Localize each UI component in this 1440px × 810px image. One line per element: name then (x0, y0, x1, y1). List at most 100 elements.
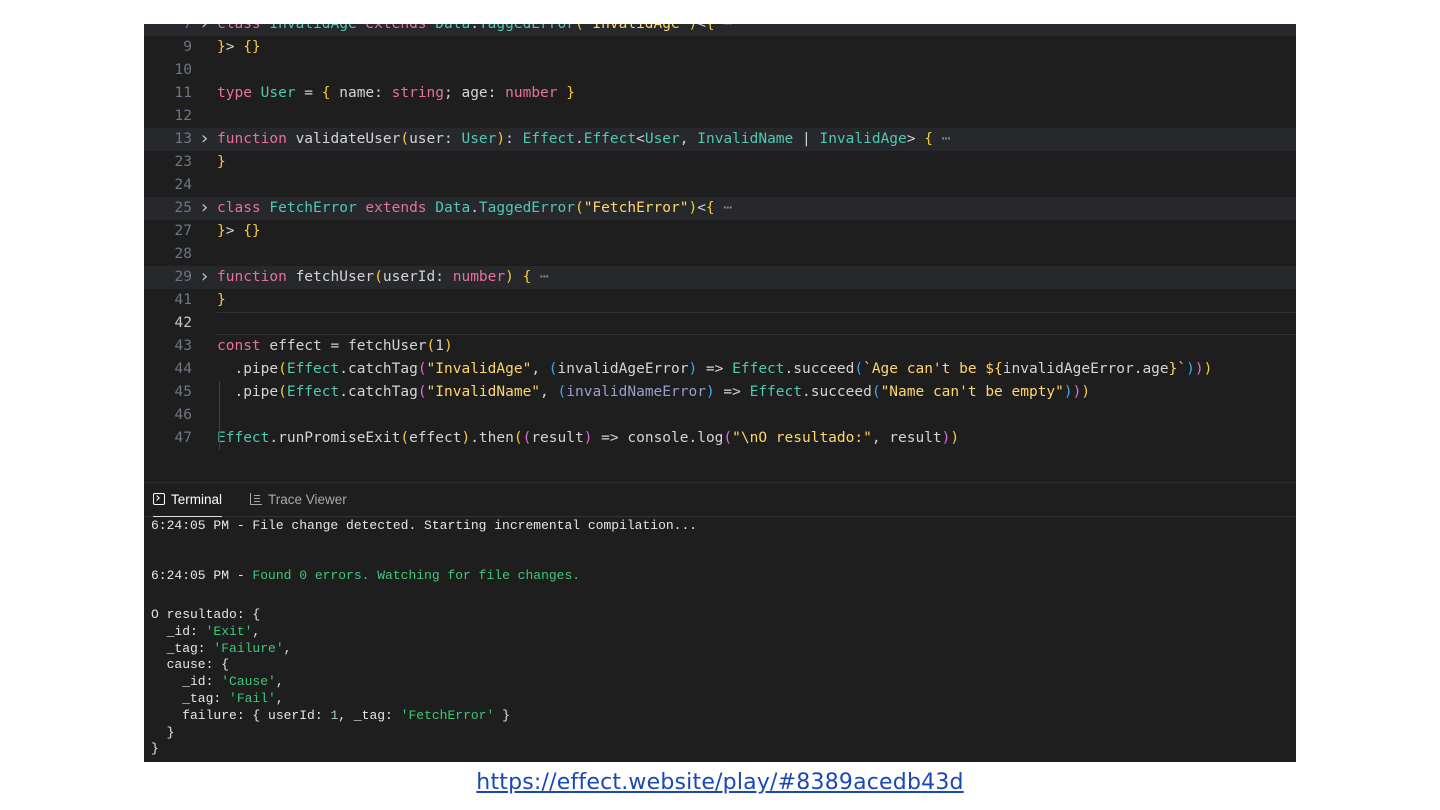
code-line[interactable]: 29 › function fetchUser(userId: number) { … (144, 266, 1296, 289)
code-token: fetchUser (295, 269, 375, 285)
code-line[interactable]: 45 .pipe(Effect.catchTag("InvalidName", … (144, 381, 1296, 404)
code-token: , (540, 384, 558, 400)
code-token: ( (400, 430, 410, 446)
code-line[interactable]: 23} (144, 151, 1296, 174)
code-token: ( (574, 24, 584, 32)
code-token: 1 (435, 338, 445, 354)
code-line[interactable]: 24 (144, 174, 1296, 197)
code-token: function (217, 269, 296, 285)
code-token: } (217, 223, 226, 239)
tab-trace-viewer[interactable]: Trace Viewer (250, 483, 347, 516)
code-token: 'FetchError' (400, 707, 495, 723)
line-number: 25 (174, 200, 192, 216)
code-token: 'Exit' (205, 623, 253, 639)
terminal-line: cause: { (151, 656, 229, 673)
code-line[interactable]: 41} (144, 289, 1296, 312)
code-token: ) (461, 430, 471, 446)
code-token: _tag: (151, 640, 214, 656)
terminal-line: } (151, 724, 175, 741)
code-token: fetchUser (347, 338, 427, 354)
code-token: . (470, 200, 479, 216)
code-token: _id: (151, 674, 222, 690)
code-line[interactable]: 47 Effect.runPromiseExit(effect).then((re… (144, 427, 1296, 450)
code-token: result (531, 430, 584, 446)
code-token: } (217, 154, 226, 170)
code-token: . (574, 131, 584, 147)
fold-chevron-icon[interactable]: › (199, 196, 213, 219)
code-token: , _tag: (338, 707, 401, 723)
code-line[interactable]: 12 (144, 105, 1296, 128)
code-line[interactable]: 43 const effect = fetchUser(1) (144, 335, 1296, 358)
code-line[interactable]: 44 .pipe(Effect.catchTag("InvalidAge", (… (144, 358, 1296, 381)
code-token: number (505, 85, 558, 101)
code-token: ⋯ (714, 24, 733, 32)
bottom-panel: Terminal Trace Viewer 6:24:05 PM - File … (144, 482, 1296, 762)
code-token: } (151, 741, 159, 757)
terminal-line: failure: { userId: 1, _tag: 'FetchError'… (151, 707, 510, 724)
line-number: 42 (174, 315, 192, 331)
code-token: const (217, 338, 270, 354)
code-token: InvalidName (697, 131, 794, 147)
code-token: > (225, 223, 244, 239)
code-token: , (275, 691, 284, 706)
fold-chevron-icon[interactable]: › (199, 24, 213, 35)
tab-trace-viewer-label: Trace Viewer (268, 492, 347, 507)
code-line[interactable]: 7 › class InvalidAge extends Data.TaggedEr… (144, 24, 1296, 36)
code-token: "InvalidName" (426, 384, 541, 400)
code-token: ( (557, 384, 567, 400)
code-line[interactable]: 42 (144, 312, 1296, 335)
code-token: "FetchError" (583, 200, 689, 216)
code-token: .succeed (784, 361, 855, 377)
code-line[interactable]: 46 (144, 404, 1296, 427)
code-line[interactable]: 28 (144, 243, 1296, 266)
code-text: const effect = fetchUser(1) (217, 335, 453, 358)
code-token: Effect (732, 361, 785, 377)
code-token: , (679, 131, 698, 147)
code-token: ⋯ (531, 269, 549, 285)
code-token: => (714, 384, 750, 400)
code-editor[interactable]: 7›class InvalidAge extends Data.TaggedEr… (144, 24, 1296, 482)
code-token: } (217, 292, 226, 308)
line-number: 27 (174, 223, 192, 239)
line-number: 10 (174, 62, 192, 78)
code-token: .pipe (217, 384, 279, 400)
line-number: 47 (174, 430, 192, 446)
code-token: ( (417, 384, 427, 400)
code-token: _id: (151, 623, 206, 639)
line-number: 7 (183, 24, 192, 32)
line-number: 45 (174, 384, 192, 400)
line-number: 23 (174, 154, 192, 170)
code-token: { (705, 24, 715, 32)
code-token: effect (409, 430, 462, 446)
code-line[interactable]: 9}> {} (144, 36, 1296, 59)
code-token: ) (1203, 361, 1213, 377)
code-token: name: (330, 85, 392, 101)
code-token: console.log (627, 430, 724, 446)
code-token: Data (435, 200, 471, 216)
code-line[interactable]: 13 › function validateUser(user: User): Ef… (144, 128, 1296, 151)
code-token: { (924, 131, 933, 147)
code-line[interactable]: 25 › class FetchError extends Data.TaggedE… (144, 197, 1296, 220)
playground-link[interactable]: https://effect.website/play/#8389acedb43… (476, 770, 963, 795)
code-token: } (566, 85, 575, 101)
terminal-output[interactable]: 6:24:05 PM - File change detected. Start… (151, 517, 1296, 762)
fold-chevron-icon[interactable]: › (199, 265, 213, 288)
code-token: invalidAgeError (557, 361, 689, 377)
line-number: 12 (174, 108, 192, 124)
code-token: .runPromiseExit (269, 430, 401, 446)
fold-chevron-icon[interactable]: › (199, 127, 213, 150)
code-line[interactable]: 10 (144, 59, 1296, 82)
line-number: 46 (174, 407, 192, 423)
code-line[interactable]: 27}> {} (144, 220, 1296, 243)
code-token: `Age can't be ${ (863, 361, 1003, 377)
code-token: _tag: (151, 691, 230, 706)
code-token: = (295, 85, 322, 101)
tab-terminal[interactable]: Terminal (153, 483, 223, 517)
code-line[interactable]: 11 type User = { name: string; age: numbe… (144, 82, 1296, 105)
code-token: ) (505, 269, 514, 285)
terminal-icon (153, 493, 165, 505)
code-token: ( (400, 131, 410, 147)
code-token: , (531, 361, 549, 377)
code-token: ; age: (444, 85, 506, 101)
